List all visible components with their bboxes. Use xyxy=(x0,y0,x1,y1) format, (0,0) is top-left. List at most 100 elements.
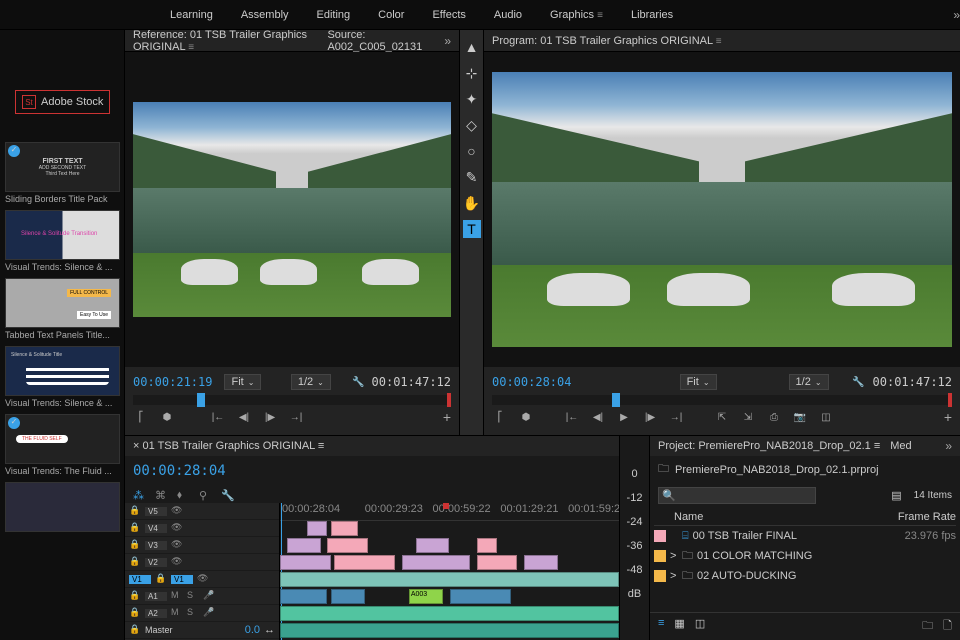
track-toggle[interactable]: V1 xyxy=(171,575,193,584)
clip[interactable] xyxy=(334,555,395,570)
chevron-right-icon[interactable]: > xyxy=(670,570,682,582)
eye-icon[interactable]: 👁 xyxy=(197,573,209,585)
rectangle-tool-icon[interactable]: ◇ xyxy=(463,116,481,134)
reference-timecode-in[interactable]: 00:00:21:19 xyxy=(133,375,212,389)
program-res-dropdown[interactable]: 1/2 ⌄ xyxy=(789,374,829,390)
source-tab[interactable]: Source: A002_C005_02131 xyxy=(327,29,429,53)
linked-icon[interactable]: ⌘ xyxy=(155,489,169,503)
step-fwd-icon[interactable]: |▶ xyxy=(642,409,658,425)
adobe-stock-button[interactable]: St Adobe Stock xyxy=(15,90,110,114)
clip[interactable]: A003 xyxy=(409,589,443,604)
new-bin-icon[interactable]: 🗀 xyxy=(922,617,933,636)
mic-icon[interactable]: 🎤 xyxy=(203,590,215,602)
lock-icon[interactable]: 🔒 xyxy=(129,590,141,602)
eye-icon[interactable]: 👁 xyxy=(171,539,183,551)
list-view-icon[interactable]: ≡ xyxy=(658,617,664,636)
compare-icon[interactable]: ◫ xyxy=(818,409,834,425)
clip[interactable] xyxy=(280,555,331,570)
program-tab[interactable]: Program: 01 TSB Trailer Graphics ORIGINA… xyxy=(492,35,722,47)
project-item[interactable]: ⌸00 TSB Trailer FINAL23.976 fps xyxy=(654,526,956,546)
ellipse-tool-icon[interactable]: ○ xyxy=(463,142,481,160)
track-toggle[interactable]: V5 xyxy=(145,507,167,516)
lock-icon[interactable]: 🔒 xyxy=(129,539,141,551)
media-tab[interactable]: Med xyxy=(890,440,911,452)
tab-libraries[interactable]: Libraries xyxy=(631,9,673,21)
hamburger-icon[interactable]: ≡ xyxy=(597,10,603,21)
reference-res-dropdown[interactable]: 1/2 ⌄ xyxy=(291,374,331,390)
tab-editing[interactable]: Editing xyxy=(317,9,351,21)
clip[interactable] xyxy=(402,555,470,570)
settings-icon[interactable]: ⚲ xyxy=(199,489,213,503)
timeline-playhead-tc[interactable]: 00:00:28:04 xyxy=(133,463,226,479)
eye-icon[interactable]: 👁 xyxy=(171,556,183,568)
lock-icon[interactable]: 🔒 xyxy=(129,624,141,636)
tab-effects[interactable]: Effects xyxy=(432,9,465,21)
time-ruler[interactable]: 00:00:28:04 00:00:29:23 00:00:59:22 00:0… xyxy=(280,503,619,521)
lock-icon[interactable]: 🔒 xyxy=(129,607,141,619)
tab-assembly[interactable]: Assembly xyxy=(241,9,289,21)
clip[interactable] xyxy=(477,538,497,553)
add-button-icon[interactable]: + xyxy=(944,409,952,425)
camera-icon[interactable]: 📷 xyxy=(792,409,808,425)
reference-scrubber[interactable] xyxy=(133,395,451,405)
selection-tool-icon[interactable]: ▲ xyxy=(463,38,481,56)
clip[interactable] xyxy=(280,606,619,621)
tab-color[interactable]: Color xyxy=(378,9,404,21)
clip[interactable] xyxy=(331,521,358,536)
eye-icon[interactable]: 👁 xyxy=(171,505,183,517)
go-out-icon[interactable]: →| xyxy=(668,409,684,425)
step-back-icon[interactable]: ◀| xyxy=(590,409,606,425)
clip[interactable] xyxy=(280,589,327,604)
clip[interactable] xyxy=(524,555,558,570)
tab-graphics[interactable]: Graphics ≡ xyxy=(550,9,603,21)
clip[interactable] xyxy=(327,538,368,553)
extract-icon[interactable]: ⇲ xyxy=(740,409,756,425)
go-in-icon[interactable]: |← xyxy=(210,409,226,425)
chevron-right-icon[interactable]: > xyxy=(670,550,682,562)
template-thumb[interactable]: THE FLUID SELF✓ xyxy=(5,414,120,464)
overflow-icon[interactable]: » xyxy=(953,8,960,22)
lock-icon[interactable]: 🔒 xyxy=(129,522,141,534)
marker-icon[interactable]: ⬧ xyxy=(177,489,191,503)
clip[interactable] xyxy=(280,623,619,638)
eye-icon[interactable]: 👁 xyxy=(171,522,183,534)
add-button-icon[interactable]: + xyxy=(443,409,451,425)
template-thumb[interactable]: FULL CONTROLEasy To Use xyxy=(5,278,120,328)
clip[interactable] xyxy=(450,589,511,604)
project-tab[interactable]: Project: PremierePro_NAB2018_Drop_02.1 ≡ xyxy=(658,440,880,452)
export-frame-icon[interactable]: ⎙ xyxy=(766,409,782,425)
program-preview[interactable] xyxy=(484,52,960,367)
clip[interactable] xyxy=(287,538,321,553)
icon-view-icon[interactable]: ▦ xyxy=(674,617,684,636)
freeform-view-icon[interactable]: ◫ xyxy=(695,617,705,636)
anchor-tool-icon[interactable]: ✦ xyxy=(463,90,481,108)
type-tool-icon[interactable]: T xyxy=(463,220,481,238)
track-toggle[interactable]: V4 xyxy=(145,524,167,533)
mark-icon[interactable]: ⬢ xyxy=(159,409,175,425)
program-timecode-in[interactable]: 00:00:28:04 xyxy=(492,375,571,389)
tab-audio[interactable]: Audio xyxy=(494,9,522,21)
timeline-tracks[interactable]: 00:00:28:04 00:00:29:23 00:00:59:22 00:0… xyxy=(280,503,619,640)
clip[interactable] xyxy=(416,538,450,553)
snap-icon[interactable]: ⁂ xyxy=(133,489,147,503)
tab-learning[interactable]: Learning xyxy=(170,9,213,21)
lock-icon[interactable]: 🔒 xyxy=(129,556,141,568)
clip[interactable] xyxy=(307,521,327,536)
project-item[interactable]: >🗀01 COLOR MATCHING xyxy=(654,546,956,566)
hand-tool-icon[interactable]: ✋ xyxy=(463,194,481,212)
reference-fit-dropdown[interactable]: Fit ⌄ xyxy=(224,374,261,390)
mark-in-icon[interactable]: ⎡ xyxy=(492,409,508,425)
lock-icon[interactable]: 🔒 xyxy=(155,573,167,585)
template-thumb[interactable] xyxy=(5,482,120,532)
lift-icon[interactable]: ⇱ xyxy=(714,409,730,425)
go-out-icon[interactable]: →| xyxy=(288,409,304,425)
play-icon[interactable]: ▶ xyxy=(616,409,632,425)
play-icon[interactable]: |▶ xyxy=(262,409,278,425)
go-in-icon[interactable]: |← xyxy=(564,409,580,425)
template-thumb[interactable]: FIRST TEXTADD SECOND TEXTThird Text Here… xyxy=(5,142,120,192)
wrench-icon[interactable]: 🔧 xyxy=(352,374,366,390)
template-thumb[interactable]: Silence & Solitude Title xyxy=(5,346,120,396)
filter-icon[interactable]: ▤ xyxy=(891,489,901,502)
program-fit-dropdown[interactable]: Fit ⌄ xyxy=(680,374,717,390)
reference-tab[interactable]: Reference: 01 TSB Trailer Graphics ORIGI… xyxy=(133,29,312,53)
